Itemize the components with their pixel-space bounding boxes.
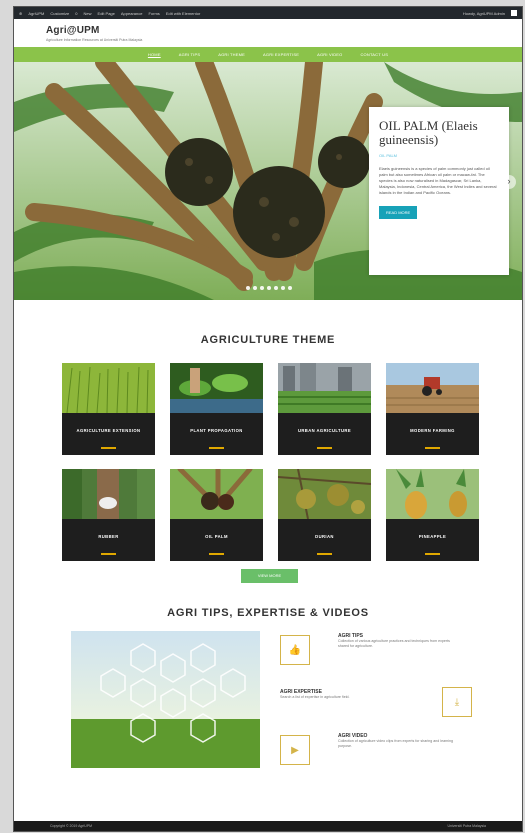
browser-page: ⊕ AgriUPM Customize 0 New Edit Page Appe… — [13, 6, 523, 832]
theme-card-urban-agriculture[interactable]: URBAN AGRICULTURE — [278, 363, 371, 455]
agri-tips-text: Collection of various agriculture practi… — [338, 639, 450, 648]
card-accent-bar — [209, 447, 224, 449]
admin-bar: ⊕ AgriUPM Customize 0 New Edit Page Appe… — [14, 7, 522, 19]
slider-pagination — [246, 286, 292, 290]
agri-expertise-text: Search a list of expertise in agricultur… — [280, 695, 350, 699]
hero-slider: OIL PALM (Elaeis guineensis) OIL PALM El… — [14, 62, 522, 300]
admin-bar-elementor[interactable]: Edit with Elementor — [166, 11, 200, 16]
nav-item-agri-video[interactable]: AGRI VIDEO — [317, 52, 342, 57]
theme-card-agriculture-extension[interactable]: AGRICULTURE EXTENSION — [62, 363, 155, 455]
theme-card-plant-propagation[interactable]: PLANT PROPAGATION — [170, 363, 263, 455]
hero-subtitle: OIL PALM — [379, 153, 398, 158]
pineapple-image — [386, 469, 479, 519]
agri-tech-image — [71, 631, 260, 768]
card-accent-bar — [425, 553, 440, 555]
slider-dot[interactable] — [274, 286, 278, 290]
card-accent-bar — [425, 447, 440, 449]
view-more-button[interactable]: VIEW MORE — [241, 569, 298, 583]
urban-farm-image — [278, 363, 371, 413]
slider-dot[interactable] — [260, 286, 264, 290]
oil-palm-image — [170, 466, 263, 519]
main-nav: HOME AGRI TIPS AGRI THEME AGRI EXPERTISE… — [14, 47, 522, 62]
theme-card-label: OIL PALM — [205, 534, 228, 539]
card-accent-bar — [209, 553, 224, 555]
thumbs-up-icon: 👍 — [280, 635, 310, 665]
admin-bar-comments[interactable]: 0 — [75, 11, 77, 16]
theme-card-label: URBAN AGRICULTURE — [297, 428, 352, 433]
slider-next-button[interactable]: › — [502, 175, 516, 189]
nav-item-agri-theme[interactable]: AGRI THEME — [218, 52, 245, 57]
avatar[interactable] — [511, 10, 517, 16]
nav-item-contact[interactable]: CONTACT US — [360, 52, 388, 57]
theme-card-label: AGRICULTURE EXTENSION — [76, 428, 141, 433]
card-accent-bar — [317, 447, 332, 449]
site-logo[interactable]: Agri@UPM — [46, 25, 100, 36]
theme-card-label: RUBBER — [98, 534, 119, 539]
admin-bar-site[interactable]: AgriUPM — [28, 11, 44, 16]
video-camera-icon: ▶ — [280, 735, 310, 765]
site-header: Agri@UPM Agriculture Information Resourc… — [14, 19, 522, 47]
theme-card-label: DURIAN — [315, 534, 334, 539]
footer-copyright: Copyright © 2019 AgriUPM — [50, 824, 93, 828]
slider-dot[interactable] — [288, 286, 292, 290]
theme-grid: AGRICULTURE EXTENSION PLANT PROPAGATION … — [62, 363, 479, 561]
site-tagline: Agriculture Information Resources at Uni… — [46, 38, 143, 42]
slider-dot[interactable] — [246, 286, 250, 290]
download-icon: ⤓ — [442, 687, 472, 717]
nav-item-agri-expertise[interactable]: AGRI EXPERTISE — [263, 52, 299, 57]
wordpress-icon[interactable]: ⊕ — [19, 11, 22, 16]
admin-bar-customize[interactable]: Customize — [50, 11, 69, 16]
theme-card-durian[interactable]: DURIAN — [277, 468, 372, 561]
chevron-right-icon: › — [507, 176, 511, 186]
nav-item-agri-tips[interactable]: AGRI TIPS — [179, 52, 201, 57]
hero-caption-card: OIL PALM (Elaeis guineensis) OIL PALM El… — [369, 107, 509, 275]
nav-item-home[interactable]: HOME — [148, 52, 161, 57]
footer-credit[interactable]: Universiti Putra Malaysia — [447, 824, 486, 828]
agri-video-text: Collection of agriculture video clips fr… — [338, 739, 454, 748]
tractor-image — [386, 363, 479, 413]
rubber-tree-image — [62, 469, 155, 519]
theme-card-pineapple[interactable]: PINEAPPLE — [386, 469, 479, 561]
theme-card-oil-palm[interactable]: OIL PALM — [170, 466, 263, 561]
rice-field-image — [62, 363, 155, 414]
hero-title: OIL PALM (Elaeis guineensis) — [379, 118, 478, 147]
theme-card-modern-farming[interactable]: MODERN FARMING — [386, 363, 479, 455]
theme-card-label: MODERN FARMING — [410, 428, 455, 433]
read-more-button[interactable]: READ MORE — [379, 206, 418, 219]
theme-card-label: PLANT PROPAGATION — [190, 428, 243, 433]
admin-bar-new[interactable]: New — [84, 11, 92, 16]
theme-card-label: PINEAPPLE — [418, 534, 447, 539]
admin-bar-user[interactable]: Howdy, AgriUPM Admin — [463, 11, 505, 16]
card-accent-bar — [101, 447, 116, 449]
theme-section-title: AGRICULTURE THEME — [200, 334, 336, 346]
durian-image — [277, 468, 372, 520]
seedling-image — [170, 363, 263, 413]
slider-dot[interactable] — [253, 286, 257, 290]
admin-bar-edit-page[interactable]: Edit Page — [98, 11, 115, 16]
tips-section-title: AGRI TIPS, EXPERTISE & VIDEOS — [167, 607, 369, 619]
admin-bar-appearance[interactable]: Appearance — [121, 11, 143, 16]
slider-dot[interactable] — [281, 286, 285, 290]
card-accent-bar — [101, 553, 116, 555]
admin-bar-forms[interactable]: Forms — [148, 11, 159, 16]
theme-card-rubber[interactable]: RUBBER — [62, 469, 155, 561]
slider-dot[interactable] — [267, 286, 271, 290]
card-accent-bar — [317, 553, 332, 555]
site-footer: Copyright © 2019 AgriUPM Universiti Putr… — [14, 821, 522, 831]
hero-description: Elaeis guineensis is a species of palm c… — [379, 166, 497, 195]
